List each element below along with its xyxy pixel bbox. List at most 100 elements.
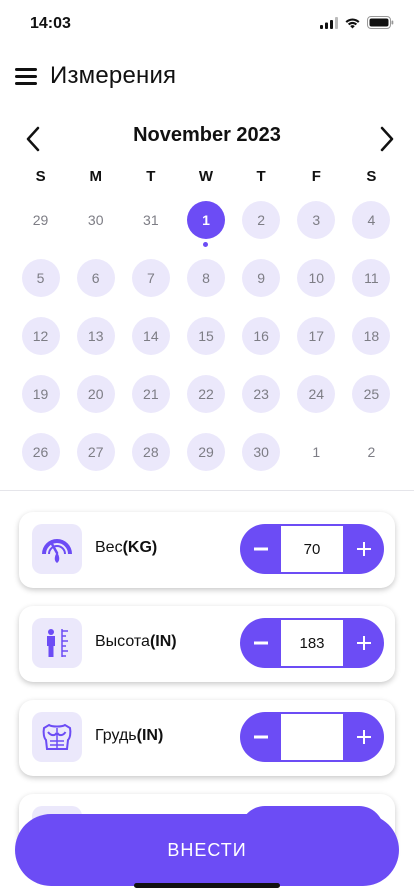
measurement-card-height: Высота(IN) (19, 606, 395, 682)
day-number: 30 (242, 433, 281, 471)
day-number: 14 (131, 317, 170, 355)
increment-weight-button[interactable] (343, 524, 384, 574)
calendar-day[interactable]: 29 (13, 201, 68, 239)
hamburger-menu-icon[interactable] (15, 68, 37, 86)
day-number: 23 (242, 375, 281, 413)
minus-icon (253, 735, 268, 739)
calendar-day[interactable]: 21 (123, 375, 178, 413)
plus-icon (356, 542, 371, 556)
decrement-weight-button[interactable] (240, 524, 281, 574)
day-number: 21 (131, 375, 170, 413)
day-number: 1 (186, 201, 225, 239)
day-number: 25 (352, 375, 391, 413)
day-number: 31 (143, 212, 159, 228)
app-header: Измерения (0, 56, 414, 100)
weekday-label: S (35, 168, 46, 185)
day-number: 20 (76, 375, 115, 413)
increment-height-button[interactable] (343, 618, 384, 668)
plus-icon (356, 636, 371, 650)
increment-chest-button[interactable] (343, 712, 384, 762)
calendar-day[interactable]: 6 (68, 259, 123, 297)
day-number: 1 (312, 444, 321, 460)
calendar-day[interactable]: 3 (289, 201, 344, 239)
calendar-day[interactable]: 25 (344, 375, 399, 413)
calendar-day[interactable]: 31 (123, 201, 178, 239)
calendar-day[interactable]: 19 (13, 375, 68, 413)
status-bar: 14:03 (0, 0, 414, 48)
day-number: 2 (367, 444, 376, 460)
calendar-day[interactable]: 2 (234, 201, 289, 239)
day-number: 22 (186, 375, 225, 413)
calendar-day[interactable]: 10 (289, 259, 344, 297)
measurement-card-chest: Грудь(IN) (19, 700, 395, 776)
calendar-day[interactable]: 12 (13, 317, 68, 355)
minus-icon (253, 641, 268, 645)
calendar-day[interactable]: 2 (344, 433, 399, 471)
calendar-day[interactable]: 30 (234, 433, 289, 471)
plus-icon (356, 730, 371, 744)
calendar-day[interactable]: 26 (13, 433, 68, 471)
weekday-row: SMTWTFS (13, 168, 399, 185)
submit-button[interactable]: ВНЕСТИ (15, 814, 399, 886)
calendar-day[interactable]: 29 (178, 433, 233, 471)
weekday-label: W (198, 168, 214, 185)
status-time: 14:03 (30, 15, 71, 32)
calendar-grid: 29 30 31 1 2 3 4 5 6 7 8 9 10 11 12 13 14 15 16 17 18 19 20 21 2… (13, 201, 399, 471)
calendar-day-selected[interactable]: 1 (178, 201, 233, 247)
calendar-day[interactable]: 13 (68, 317, 123, 355)
calendar-day[interactable]: 27 (68, 433, 123, 471)
day-number: 27 (76, 433, 115, 471)
day-number: 2 (242, 201, 281, 239)
calendar-day[interactable]: 22 (178, 375, 233, 413)
calendar-day[interactable]: 24 (289, 375, 344, 413)
day-number: 11 (352, 259, 391, 297)
calendar-day[interactable]: 30 (68, 201, 123, 239)
calendar-day[interactable]: 7 (123, 259, 178, 297)
calendar-day[interactable]: 20 (68, 375, 123, 413)
weekday-label: T (256, 168, 266, 185)
status-icons (320, 16, 394, 29)
calendar-day[interactable]: 5 (13, 259, 68, 297)
entry-indicator-dot (203, 242, 209, 247)
divider (0, 490, 414, 491)
day-number: 29 (32, 212, 49, 228)
day-number: 30 (87, 212, 104, 228)
chevron-right-icon (380, 126, 394, 152)
height-icon (32, 618, 82, 668)
weekday-label: F (311, 168, 321, 185)
day-number: 9 (242, 259, 281, 297)
decrement-height-button[interactable] (240, 618, 281, 668)
signal-icon (320, 16, 338, 29)
measurement-list: Вес(KG) Высота(IN) (19, 512, 395, 794)
day-number: 10 (297, 259, 336, 297)
calendar-day[interactable]: 8 (178, 259, 233, 297)
measurement-label: Высота(IN) (95, 633, 177, 650)
calendar-day[interactable]: 14 (123, 317, 178, 355)
home-indicator (134, 883, 280, 888)
next-month-button[interactable] (372, 122, 402, 156)
calendar-day[interactable]: 9 (234, 259, 289, 297)
calendar-day[interactable]: 17 (289, 317, 344, 355)
calendar-day[interactable]: 11 (344, 259, 399, 297)
chest-icon (32, 712, 82, 762)
weight-input[interactable] (281, 526, 343, 572)
calendar-day[interactable]: 16 (234, 317, 289, 355)
weight-stepper (240, 524, 384, 574)
calendar-day[interactable]: 23 (234, 375, 289, 413)
calendar-day[interactable]: 18 (344, 317, 399, 355)
calendar-header: November 2023 (0, 118, 414, 158)
weekday-label: M (89, 168, 102, 185)
day-number: 7 (131, 259, 170, 297)
calendar-day[interactable]: 15 (178, 317, 233, 355)
calendar-day[interactable]: 28 (123, 433, 178, 471)
month-title: November 2023 (133, 124, 281, 146)
chest-input[interactable] (281, 714, 343, 760)
day-number: 6 (76, 259, 115, 297)
calendar-day[interactable]: 4 (344, 201, 399, 239)
day-number: 26 (21, 433, 60, 471)
calendar-day[interactable]: 1 (289, 433, 344, 471)
height-input[interactable] (281, 620, 343, 666)
decrement-chest-button[interactable] (240, 712, 281, 762)
day-number: 19 (21, 375, 60, 413)
battery-icon (367, 16, 394, 29)
